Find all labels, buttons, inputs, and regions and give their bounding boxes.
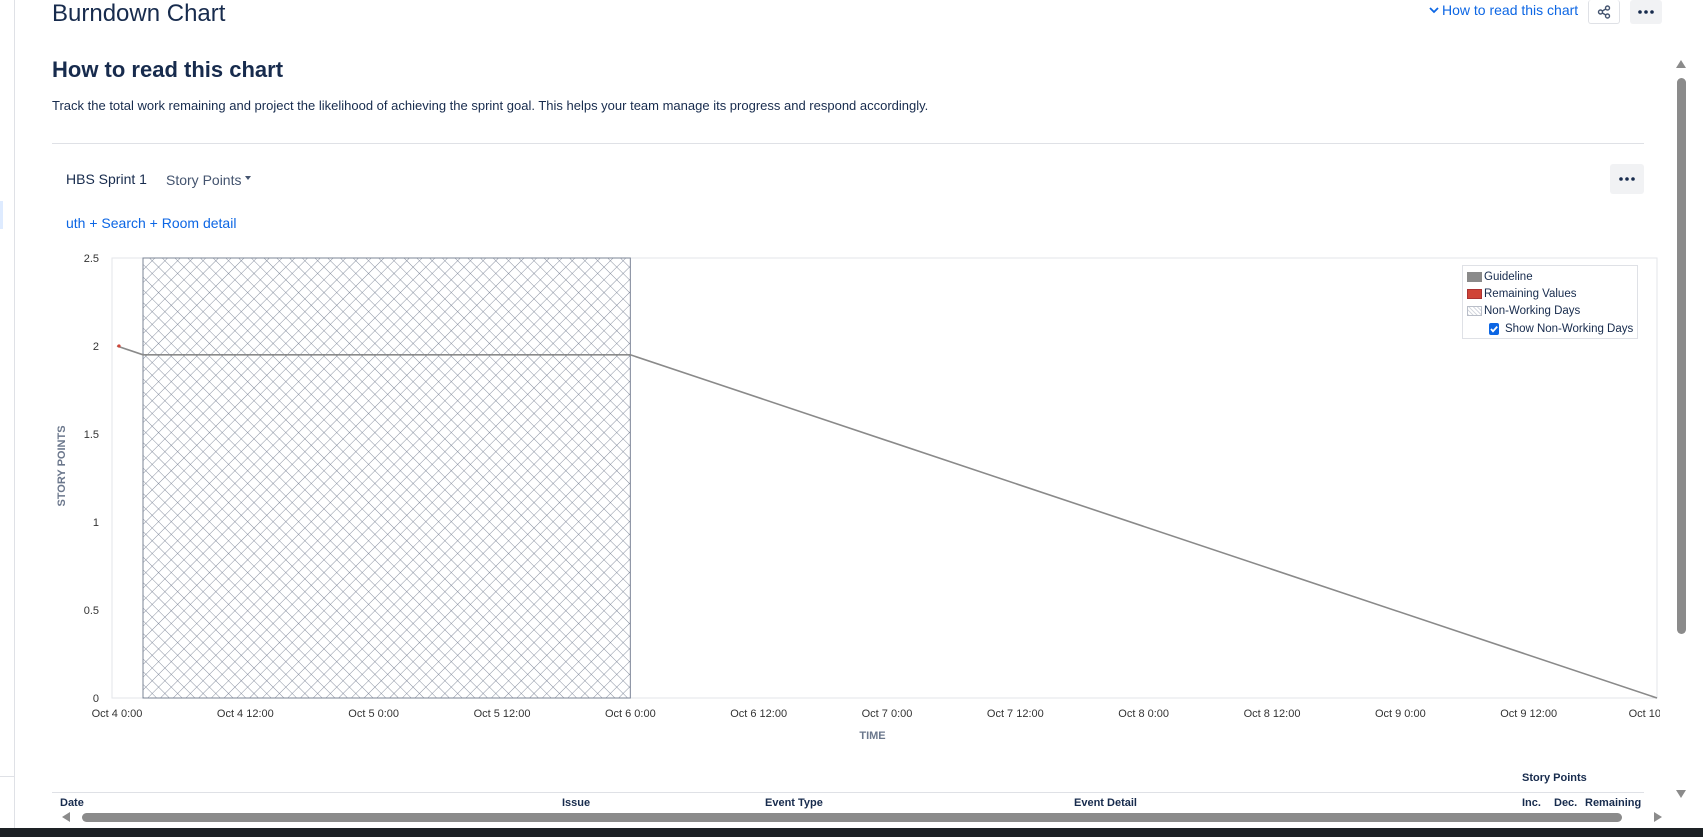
y-tick-label: 0 [93, 693, 99, 705]
estimation-dropdown-label: Story Points [166, 172, 242, 188]
sidebar-tab-indicator[interactable] [0, 201, 3, 229]
estimation-dropdown[interactable]: Story Points [166, 172, 252, 188]
x-tick-label: Oct 9 0:00 [1375, 708, 1426, 720]
column-dec[interactable]: Dec. [1554, 797, 1577, 809]
legend-item-non-working: Non-Working Days [1467, 302, 1633, 319]
x-tick-label: Oct 4 0:00 [92, 708, 143, 720]
non-working-band [142, 257, 631, 699]
board-scope-link[interactable]: uth + Search + Room detail [66, 215, 236, 231]
x-axis-title: TIME [859, 730, 885, 742]
legend-non-working-label: Non-Working Days [1484, 304, 1581, 317]
horizontal-scrollbar[interactable] [60, 811, 1664, 823]
more-icon [1619, 177, 1635, 181]
burndown-page: Burndown Chart How to read this chart Ho… [0, 0, 1703, 837]
scroll-down-icon[interactable] [1676, 790, 1686, 798]
share-icon [1597, 4, 1611, 19]
chart-more-button[interactable] [1610, 164, 1644, 194]
help-description: Track the total work remaining and proje… [52, 98, 929, 113]
column-event-type[interactable]: Event Type [765, 797, 823, 809]
sidebar-divider [14, 0, 15, 828]
remaining-swatch [1467, 288, 1482, 299]
x-tick-label: Oct 6 12:00 [730, 708, 787, 720]
show-non-working-label: Show Non-Working Days [1505, 323, 1634, 335]
y-tick-label: 2 [93, 341, 99, 353]
legend-item-guideline: Guideline [1467, 268, 1633, 285]
series-point-remaining [117, 344, 121, 348]
x-tick-label: Oct 9 12:00 [1500, 708, 1557, 720]
legend-item-remaining: Remaining Values [1467, 285, 1633, 302]
share-button[interactable] [1588, 0, 1620, 24]
story-points-group-header: Story Points [1522, 772, 1587, 784]
section-divider [52, 143, 1644, 144]
legend-guideline-label: Guideline [1484, 270, 1533, 283]
chevron-down-icon [1429, 7, 1439, 14]
x-tick-label: Oct 5 0:00 [348, 708, 399, 720]
column-date[interactable]: Date [60, 797, 84, 809]
sidebar-rule [0, 776, 14, 777]
x-tick-label: Oct 10 0:00 [1629, 708, 1660, 720]
guideline-swatch [1467, 271, 1482, 282]
x-tick-label: Oct 5 12:00 [474, 708, 531, 720]
caret-down-icon [245, 176, 252, 180]
scroll-left-icon[interactable] [62, 812, 70, 822]
column-issue[interactable]: Issue [562, 797, 590, 809]
x-tick-label: Oct 8 0:00 [1118, 708, 1169, 720]
x-tick-label: Oct 8 12:00 [1244, 708, 1301, 720]
table-header-rule [52, 792, 1644, 793]
x-tick-label: Oct 7 0:00 [862, 708, 913, 720]
sprint-selector[interactable]: HBS Sprint 1 [66, 171, 147, 187]
help-section-title: How to read this chart [52, 57, 284, 82]
chart-legend: Guideline Remaining Values Non-Working D… [1462, 265, 1638, 339]
horizontal-scroll-thumb[interactable] [82, 813, 1622, 822]
vertical-scrollbar[interactable] [1674, 56, 1688, 802]
how-to-read-label: How to read this chart [1442, 2, 1579, 18]
more-actions-button[interactable] [1630, 0, 1662, 24]
y-tick-label: 2.5 [84, 253, 99, 265]
column-remaining[interactable]: Remaining [1585, 797, 1641, 809]
scroll-up-icon[interactable] [1676, 60, 1686, 68]
non-working-hatch-b [143, 258, 631, 698]
show-non-working-toggle[interactable]: Show Non-Working Days [1467, 319, 1633, 339]
burndown-chart: 0 0.5 1 1.5 2 2.5 Oct 4 0:00 Oct 4 12:00 Oct 5 0… [56, 253, 1660, 742]
scroll-right-icon[interactable] [1654, 812, 1662, 822]
y-axis-title: STORY POINTS [56, 425, 68, 506]
how-to-read-link[interactable]: How to read this chart [1428, 2, 1578, 18]
legend-remaining-label: Remaining Values [1484, 287, 1577, 300]
x-tick-label: Oct 4 12:00 [217, 708, 274, 720]
x-tick-label: Oct 6 0:00 [605, 708, 656, 720]
taskbar-strip [0, 828, 1703, 837]
vertical-scroll-thumb[interactable] [1677, 78, 1686, 634]
page-title: Burndown Chart [52, 0, 226, 27]
y-tick-label: 0.5 [84, 605, 99, 617]
y-tick-label: 1 [93, 517, 99, 529]
more-icon [1638, 10, 1654, 14]
non-working-swatch [1467, 305, 1482, 316]
column-event-detail[interactable]: Event Detail [1074, 797, 1137, 809]
y-tick-label: 1.5 [84, 429, 99, 441]
x-tick-label: Oct 7 12:00 [987, 708, 1044, 720]
checkbox-checked-icon[interactable] [1489, 323, 1499, 335]
column-inc[interactable]: Inc. [1522, 797, 1541, 809]
